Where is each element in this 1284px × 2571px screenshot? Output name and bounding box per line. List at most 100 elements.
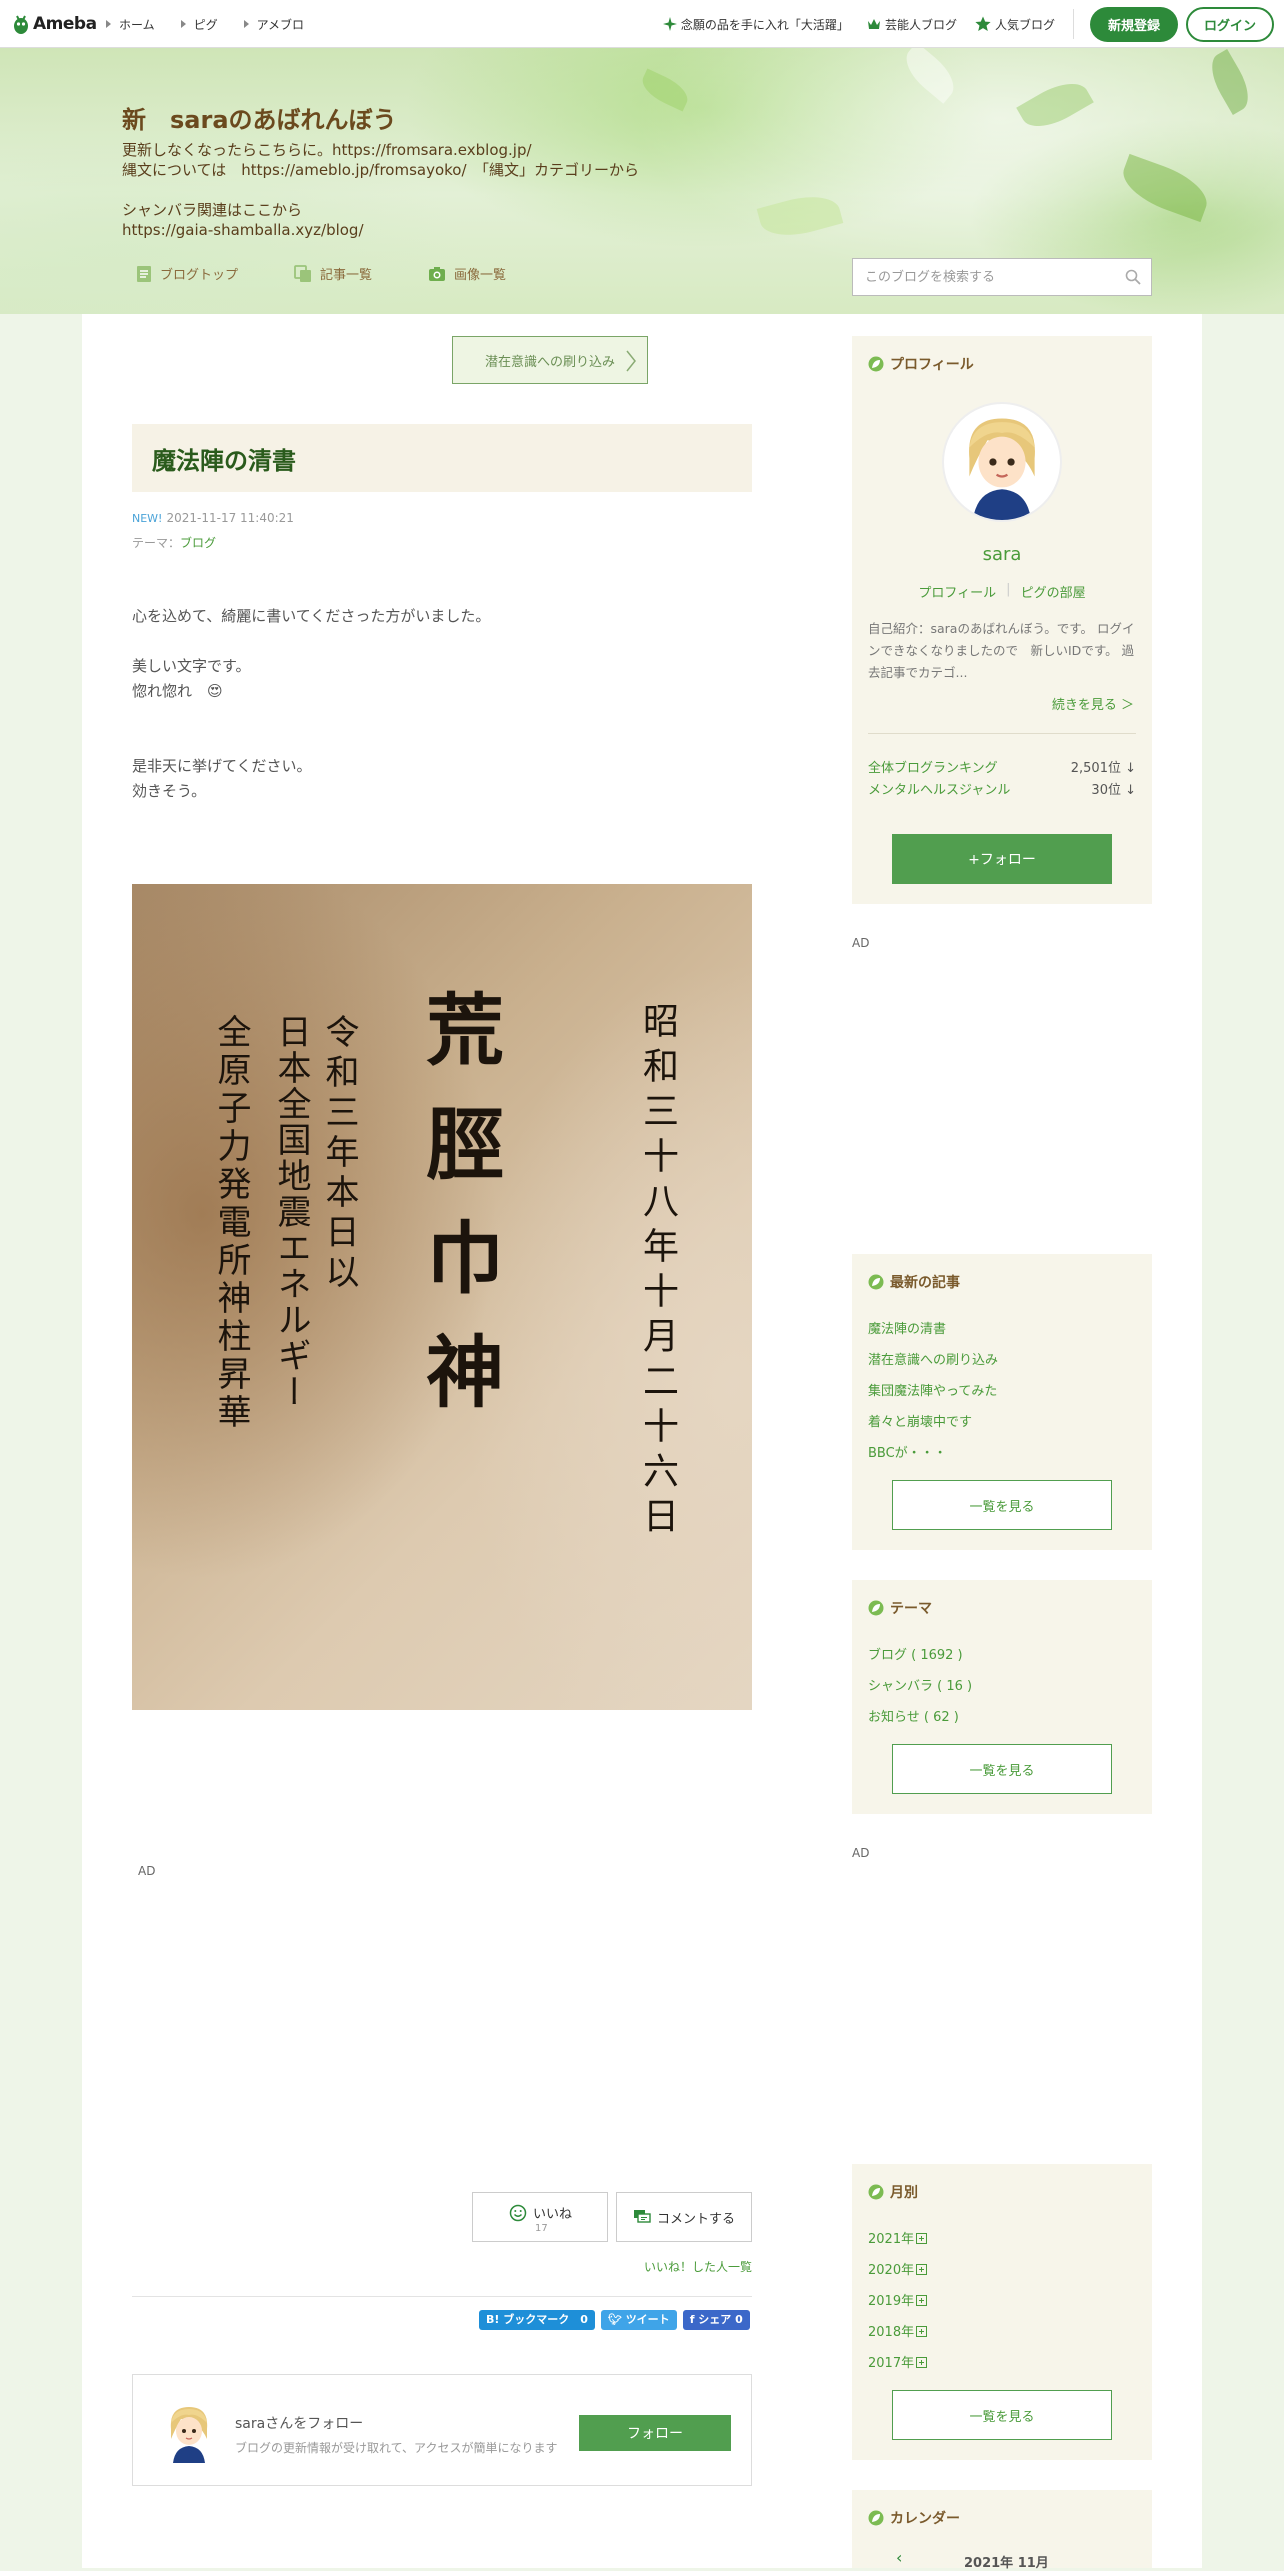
entry-theme: テーマ：ブログ [132, 534, 216, 551]
expand-icon[interactable] [916, 2233, 928, 2244]
list-item[interactable]: 集団魔法陣やってみた [868, 1376, 998, 1407]
calligraphy-line: 日本全国地震エネルギー [271, 1014, 311, 1410]
document-icon [137, 265, 151, 282]
nav-campaign-label: 念願の品を手に入れ「大活躍」 [680, 17, 849, 32]
comment-button[interactable]: コメントする [616, 2192, 752, 2242]
profile-box: プロフィール sara プロフィール | ピグの部屋 自己紹介：saraのあばれ… [852, 336, 1152, 904]
nav-ameblo[interactable]: アメブロ [243, 16, 304, 33]
month-label: 2020年 [868, 2263, 915, 2278]
list-item[interactable]: 2018年 [868, 2317, 928, 2348]
theme-prefix: テーマ： [132, 536, 181, 550]
nav-image-list[interactable]: 画像一覧 [428, 264, 506, 283]
view-all-button[interactable]: 一覧を見る [892, 2390, 1112, 2440]
new-badge: NEW! [132, 512, 163, 525]
list-item[interactable]: 潜在意識への刷り込み [868, 1345, 998, 1376]
blog-title[interactable]: 新 saraのあばれんぼう [122, 100, 397, 135]
related-entry-button[interactable]: 潜在意識への刷り込み [452, 336, 648, 384]
search-icon[interactable] [1125, 269, 1141, 285]
theme-link[interactable]: ブログ [180, 536, 216, 550]
profile-name[interactable]: sara [852, 544, 1152, 565]
like-button[interactable]: いいね 17 [472, 2192, 608, 2242]
login-button[interactable]: ログイン [1185, 6, 1274, 42]
leaf-icon [868, 356, 884, 372]
nav-pigg[interactable]: ピグ [180, 16, 218, 33]
nav-campaign[interactable]: 念願の品を手に入れ「大活躍」 [662, 16, 849, 33]
calligraphy-photo[interactable]: 昭和三十八年十月二十六日 荒脛巾神 令和三年本日以 日本全国地震エネルギー 全原… [132, 884, 752, 1710]
top-bar: Ameba ホーム ピグ アメブロ 念願の品を手に入れ「大活躍」 芸能人ブログ … [0, 0, 1284, 48]
pigg-room-link[interactable]: ピグの部屋 [1021, 582, 1086, 601]
follow-card-subtitle: ブログの更新情報が受け取れて、アクセスが簡単になります [235, 2441, 558, 2455]
list-item[interactable]: BBCが・・・ [868, 1438, 998, 1469]
latest-list: 魔法陣の清書 潜在意識への刷り込み 集団魔法陣やってみた 着々と崩壊中です BB… [868, 1314, 998, 1469]
sidebar-follow-button[interactable]: +フォロー [892, 834, 1112, 884]
top-nav-right: 念願の品を手に入れ「大活躍」 芸能人ブログ 人気ブログ 新規登録 ログイン [662, 0, 1284, 48]
list-item[interactable]: シャンバラ ( 16 ) [868, 1671, 972, 1702]
profile-links: プロフィール | ピグの部屋 [852, 582, 1152, 601]
content-area: 潜在意識への刷り込み 魔法陣の清書 NEW! 2021-11-17 11:40:2… [82, 314, 1202, 2571]
themes-list: ブログ ( 1692 ) シャンバラ ( 16 ) お知らせ ( 62 ) [868, 1640, 972, 1733]
body-line: 美しい文字です。 [132, 657, 251, 675]
calligraphy-line: 令和三年本日以 [319, 1014, 359, 1294]
entry-title[interactable]: 魔法陣の清書 [152, 441, 296, 476]
nav-blog-top[interactable]: ブログトップ [136, 264, 238, 283]
likers-list-link[interactable]: いいね！した人一覧 [644, 2258, 752, 2275]
latest-heading: 最新の記事 [868, 1272, 960, 1292]
themes-heading: テーマ [868, 1598, 932, 1618]
avatar[interactable] [157, 2399, 221, 2463]
facebook-share-button[interactable]: f シェア 0 [682, 2310, 750, 2330]
ranking-row: メンタルヘルスジャンル 30位 ↓ [868, 779, 1136, 798]
list-item[interactable]: 2017年 [868, 2348, 928, 2379]
ranking-row: 全体ブログランキング 2,501位 ↓ [868, 757, 1136, 776]
tweet-button[interactable]: 🐦︎ ツイート [600, 2310, 677, 2330]
month-label: 2018年 [868, 2325, 915, 2340]
logo-text: Ameba [33, 14, 97, 34]
list-item[interactable]: ブログ ( 1692 ) [868, 1640, 972, 1671]
list-item[interactable]: 2019年 [868, 2286, 928, 2317]
related-entry-label: 潜在意識への刷り込み [484, 354, 615, 370]
expand-icon[interactable] [916, 2295, 928, 2306]
calendar-prev-icon[interactable]: ‹ [896, 2548, 902, 2567]
like-label: いいね [533, 2207, 573, 2222]
read-more-link[interactable]: 続きを見る ＞ [1052, 694, 1134, 713]
profile-avatar[interactable] [942, 402, 1062, 522]
list-item[interactable]: お知らせ ( 62 ) [868, 1702, 972, 1733]
register-button[interactable]: 新規登録 [1089, 6, 1178, 42]
ranking-label[interactable]: メンタルヘルスジャンル [868, 779, 1010, 798]
ameba-logo[interactable]: Ameba [12, 12, 97, 36]
profile-link[interactable]: プロフィール [918, 582, 996, 601]
triangle-right-icon [243, 20, 249, 28]
hatena-bookmark-button[interactable]: B! ブックマーク 0 [479, 2310, 595, 2330]
themes-box: テーマ ブログ ( 1692 ) シャンバラ ( 16 ) お知らせ ( 62 … [852, 1580, 1152, 1814]
nav-home[interactable]: ホーム [106, 16, 155, 33]
triangle-right-icon [180, 20, 186, 28]
view-all-button[interactable]: 一覧を見る [892, 1744, 1112, 1794]
nav-celebrity-label: 芸能人ブログ [884, 17, 957, 32]
nav-celebrity-blog[interactable]: 芸能人ブログ [867, 16, 957, 33]
top-nav-left: ホーム ピグ アメブロ [106, 0, 330, 48]
avatar [969, 418, 1035, 520]
profile-intro: 自己紹介：saraのあばれんぼう。です。 ログインできなくなりましたので 新しい… [868, 621, 1135, 680]
list-item[interactable]: 着々と崩壊中です [868, 1407, 998, 1438]
expand-icon[interactable] [916, 2357, 928, 2368]
sparkle-icon [662, 17, 677, 31]
monthly-heading-label: 月別 [890, 2185, 918, 2201]
divider: | [1006, 582, 1011, 597]
nav-entry-list[interactable]: 記事一覧 [294, 264, 372, 283]
ranking-value: 30位 ↓ [1091, 783, 1136, 798]
calendar-box: カレンダー ‹ 2021年 11月 [852, 2490, 1152, 2571]
comment-icon [633, 2210, 651, 2223]
like-count: 17 [535, 2223, 548, 2234]
list-item[interactable]: 2020年 [868, 2255, 928, 2286]
list-item[interactable]: 魔法陣の清書 [868, 1314, 998, 1345]
list-item[interactable]: 2021年 [868, 2224, 928, 2255]
nav-popular-blog[interactable]: 人気ブログ [975, 16, 1055, 33]
view-all-button[interactable]: 一覧を見る [892, 1480, 1112, 1530]
ranking-label[interactable]: 全体ブログランキング [868, 757, 998, 776]
follow-button[interactable]: フォロー [579, 2415, 731, 2451]
blog-search-input[interactable] [863, 259, 1107, 295]
expand-icon[interactable] [916, 2326, 928, 2337]
calendar-month: 2021年 11月 [964, 2556, 1049, 2571]
body-line: 効きそう。 [132, 782, 207, 800]
leaf-decoration [1115, 153, 1215, 223]
expand-icon[interactable] [916, 2264, 928, 2275]
